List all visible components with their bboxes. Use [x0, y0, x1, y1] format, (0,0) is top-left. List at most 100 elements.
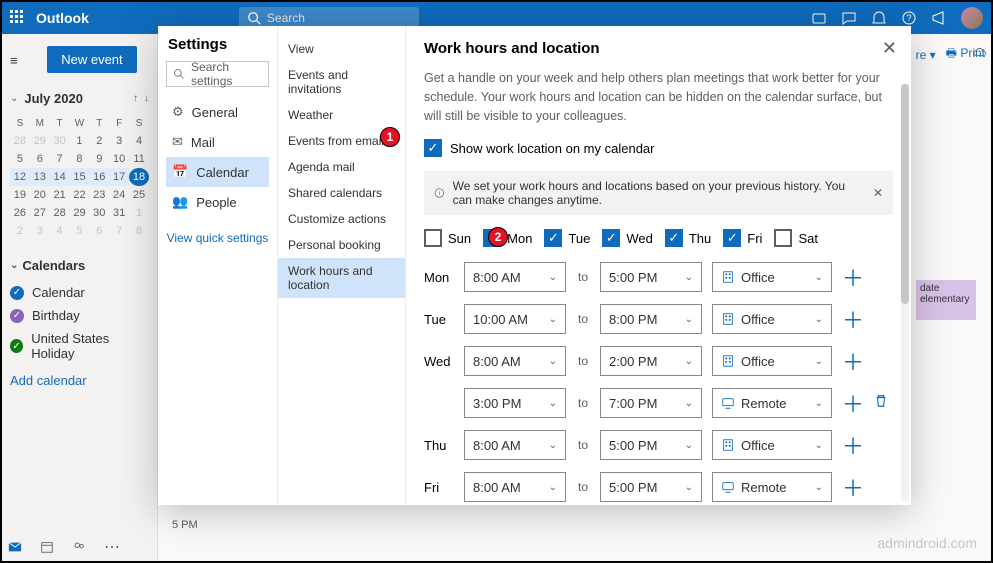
delete-time-slot-button[interactable]: [874, 394, 892, 413]
mini-cal-day[interactable]: 19: [10, 186, 30, 204]
teams-icon[interactable]: [811, 10, 827, 26]
calendar-event[interactable]: date elementary: [916, 280, 976, 320]
mail-module-icon[interactable]: [8, 540, 22, 554]
mini-cal-day[interactable]: 5: [70, 222, 90, 240]
settings-category-calendar[interactable]: 📅Calendar: [166, 157, 269, 187]
app-launcher-icon[interactable]: [10, 10, 26, 26]
share-button[interactable]: re ▾: [916, 48, 936, 62]
search-settings-input[interactable]: Search settings: [166, 61, 269, 87]
add-time-slot-button[interactable]: ＋: [842, 261, 864, 293]
mini-cal-day[interactable]: 7: [109, 222, 129, 240]
new-event-button[interactable]: New event: [47, 46, 136, 73]
mini-cal-day[interactable]: 5: [10, 150, 30, 168]
workday-checkbox-thu[interactable]: ✓: [665, 229, 683, 247]
mini-cal-day[interactable]: 3: [109, 132, 129, 150]
mini-cal-day[interactable]: 25: [129, 186, 149, 204]
end-time-dropdown[interactable]: 8:00 PM⌄: [600, 304, 702, 334]
show-location-checkbox[interactable]: ✓: [424, 139, 442, 157]
mini-cal-day[interactable]: 24: [109, 186, 129, 204]
mini-cal-day[interactable]: 1: [129, 204, 149, 222]
mini-cal-day[interactable]: 30: [89, 204, 109, 222]
end-time-dropdown[interactable]: 7:00 PM⌄: [600, 388, 702, 418]
mini-cal-day[interactable]: 17: [109, 168, 129, 186]
chat-icon[interactable]: [841, 10, 857, 26]
announce-icon[interactable]: [931, 10, 947, 26]
location-dropdown[interactable]: Office⌄: [712, 430, 832, 460]
mini-cal-day[interactable]: 20: [30, 186, 50, 204]
mini-cal-day[interactable]: 13: [30, 168, 50, 186]
mini-cal-day[interactable]: 7: [50, 150, 70, 168]
settings-subcategory[interactable]: View: [278, 36, 405, 62]
add-time-slot-button[interactable]: ＋: [842, 471, 864, 503]
end-time-dropdown[interactable]: 5:00 PM⌄: [600, 262, 702, 292]
start-time-dropdown[interactable]: 8:00 AM⌄: [464, 472, 566, 502]
mini-cal-day[interactable]: 18: [129, 168, 149, 186]
mini-cal-day[interactable]: 2: [89, 132, 109, 150]
settings-category-general[interactable]: ⚙General: [166, 97, 269, 127]
location-dropdown[interactable]: Office⌄: [712, 262, 832, 292]
cloud-icon[interactable]: [973, 46, 987, 60]
end-time-dropdown[interactable]: 5:00 PM⌄: [600, 472, 702, 502]
mini-cal-day[interactable]: 10: [109, 150, 129, 168]
start-time-dropdown[interactable]: 8:00 AM⌄: [464, 262, 566, 292]
mini-cal-day[interactable]: 21: [50, 186, 70, 204]
calendar-module-icon[interactable]: [40, 540, 54, 554]
mini-cal-day[interactable]: 4: [50, 222, 70, 240]
mini-cal-day[interactable]: 11: [129, 150, 149, 168]
settings-category-people[interactable]: 👥People: [166, 187, 269, 217]
mini-cal-day[interactable]: 29: [30, 132, 50, 150]
mini-cal-day[interactable]: 14: [50, 168, 70, 186]
settings-subcategory[interactable]: Work hours and location: [278, 258, 405, 298]
mini-cal-day[interactable]: 23: [89, 186, 109, 204]
user-avatar[interactable]: [961, 7, 983, 29]
start-time-dropdown[interactable]: 3:00 PM⌄: [464, 388, 566, 418]
dismiss-info-icon[interactable]: ✕: [873, 186, 883, 200]
add-time-slot-button[interactable]: ＋: [842, 429, 864, 461]
mini-cal-day[interactable]: 9: [89, 150, 109, 168]
mini-cal-day[interactable]: 30: [50, 132, 70, 150]
calendar-list-item[interactable]: ✓United States Holiday: [10, 327, 149, 365]
add-time-slot-button[interactable]: ＋: [842, 387, 864, 419]
mini-cal-day[interactable]: 2: [10, 222, 30, 240]
workday-checkbox-tue[interactable]: ✓: [544, 229, 562, 247]
settings-category-mail[interactable]: ✉Mail: [166, 127, 269, 157]
more-modules-icon[interactable]: ⋯: [104, 537, 120, 557]
workday-checkbox-sun[interactable]: [424, 229, 442, 247]
start-time-dropdown[interactable]: 8:00 AM⌄: [464, 346, 566, 376]
mini-cal-day[interactable]: 12: [10, 168, 30, 186]
add-time-slot-button[interactable]: ＋: [842, 345, 864, 377]
location-dropdown[interactable]: Remote⌄: [712, 388, 832, 418]
mini-cal-day[interactable]: 28: [10, 132, 30, 150]
prev-month-icon[interactable]: ↑: [133, 93, 138, 104]
mini-cal-day[interactable]: 27: [30, 204, 50, 222]
mini-cal-day[interactable]: 8: [129, 222, 149, 240]
mini-cal-day[interactable]: 15: [70, 168, 90, 186]
mini-calendar[interactable]: SMTWTFS282930123456789101112131415161718…: [10, 114, 149, 240]
mini-cal-day[interactable]: 3: [30, 222, 50, 240]
location-dropdown[interactable]: Office⌄: [712, 304, 832, 334]
settings-subcategory[interactable]: Customize actions: [278, 206, 405, 232]
add-calendar-link[interactable]: Add calendar: [10, 373, 149, 388]
mini-cal-day[interactable]: 22: [70, 186, 90, 204]
mini-cal-day[interactable]: 6: [30, 150, 50, 168]
end-time-dropdown[interactable]: 5:00 PM⌄: [600, 430, 702, 460]
mini-cal-day[interactable]: 4: [129, 132, 149, 150]
settings-subcategory[interactable]: Shared calendars: [278, 180, 405, 206]
hamburger-icon[interactable]: ≡: [10, 53, 18, 68]
settings-subcategory[interactable]: Events and invitations: [278, 62, 405, 102]
calendar-list-item[interactable]: ✓Calendar: [10, 281, 149, 304]
view-quick-settings-link[interactable]: View quick settings: [166, 231, 269, 245]
location-dropdown[interactable]: Office⌄: [712, 346, 832, 376]
settings-subcategory[interactable]: Weather: [278, 102, 405, 128]
mini-cal-day[interactable]: 1: [70, 132, 90, 150]
chevron-down-icon[interactable]: ⌄: [10, 93, 18, 104]
workday-checkbox-fri[interactable]: ✓: [723, 229, 741, 247]
start-time-dropdown[interactable]: 10:00 AM⌄: [464, 304, 566, 334]
end-time-dropdown[interactable]: 2:00 PM⌄: [600, 346, 702, 376]
mini-cal-day[interactable]: 8: [70, 150, 90, 168]
mini-cal-day[interactable]: 26: [10, 204, 30, 222]
start-time-dropdown[interactable]: 8:00 AM⌄: [464, 430, 566, 460]
mini-cal-day[interactable]: 31: [109, 204, 129, 222]
next-month-icon[interactable]: ↓: [144, 93, 149, 104]
mini-cal-day[interactable]: 6: [89, 222, 109, 240]
